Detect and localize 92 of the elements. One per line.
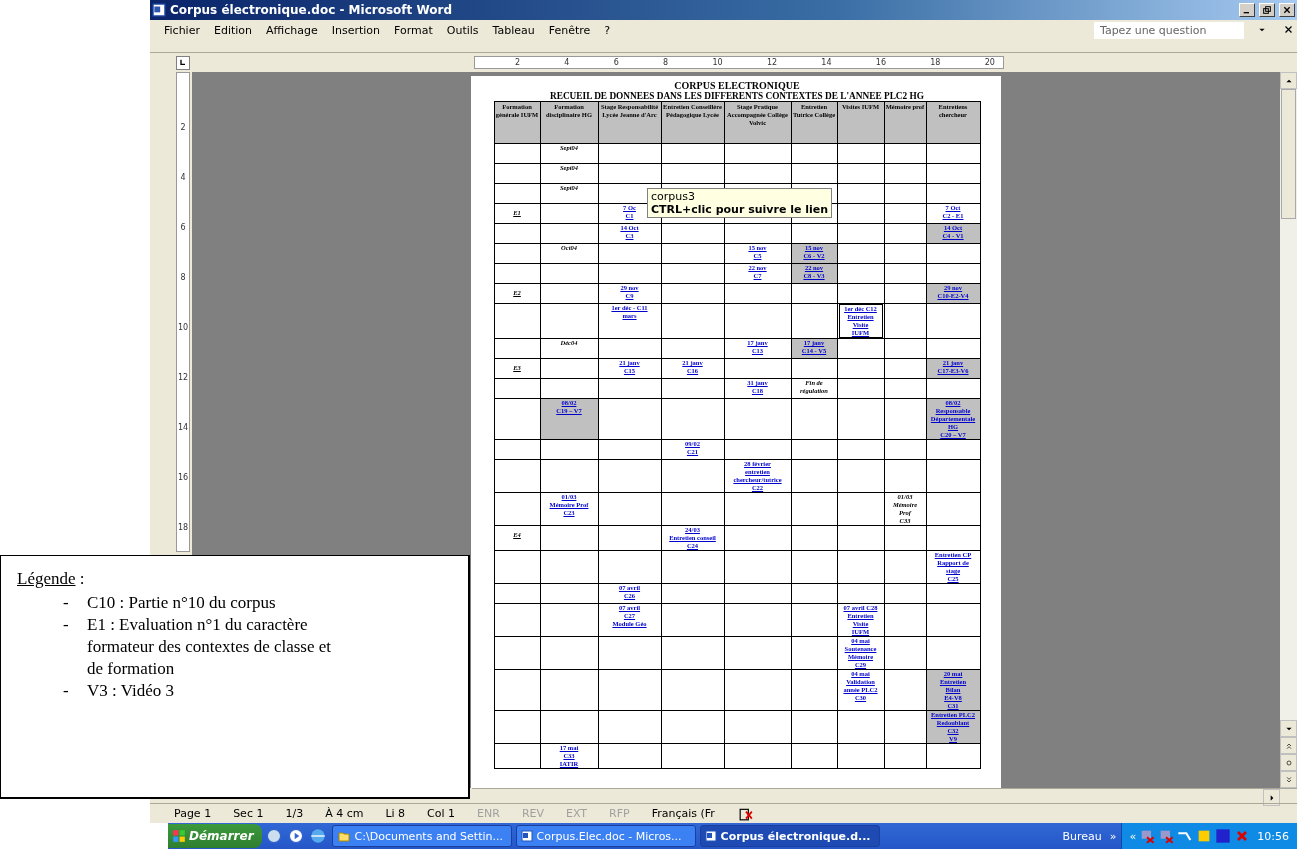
dropdown-icon <box>1258 26 1266 34</box>
tooltip-title: corpus3 <box>651 190 696 203</box>
scroll-up-button[interactable] <box>1280 72 1297 89</box>
minimize-button[interactable] <box>1239 3 1255 17</box>
menu-item[interactable]: Fenêtre <box>548 23 591 37</box>
close-icon <box>1283 6 1291 14</box>
toolbar-label[interactable]: Bureau <box>1062 829 1102 843</box>
status-item: À 4 cm <box>325 807 364 820</box>
collapse-tray-button[interactable]: « <box>1129 829 1137 843</box>
status-item: RFP <box>609 807 630 820</box>
status-item: ENR <box>477 807 500 820</box>
quick-launch-icon[interactable] <box>265 827 284 845</box>
list-marker: - <box>62 614 70 636</box>
ruler-number: 14 <box>821 58 832 67</box>
vertical-ruler[interactable]: 2 4 6 8 10 12 14 16 18 <box>176 72 190 552</box>
menu-item[interactable]: Tableau <box>492 23 535 37</box>
network-icon <box>1139 828 1156 844</box>
scroll-down-button[interactable] <box>1280 720 1297 737</box>
restore-button[interactable] <box>1259 3 1275 17</box>
ruler-number: 6 <box>613 58 619 67</box>
ruler-number: 16 <box>875 58 886 67</box>
restore-icon <box>1263 6 1271 14</box>
expand-toolbar-button[interactable]: » <box>1109 829 1117 843</box>
windows-logo-icon <box>172 829 186 843</box>
browser-icon[interactable] <box>309 827 328 845</box>
browse-object-button[interactable] <box>1280 754 1297 771</box>
status-item: Col 1 <box>427 807 456 820</box>
ruler-number: 10 <box>177 323 189 332</box>
tray-icon <box>1215 828 1232 844</box>
horizontal-scrollbar[interactable] <box>472 788 1297 803</box>
ruler-number: 4 <box>564 58 570 67</box>
next-page-button[interactable] <box>1280 771 1297 788</box>
document-title: CORPUS ELECTRONIQUE <box>674 80 800 91</box>
ruler-number: 4 <box>180 173 186 182</box>
network-icon <box>1158 828 1175 844</box>
document-icon <box>520 830 533 842</box>
legend-item: V3 : Vidéo 3 <box>87 680 175 702</box>
ruler-number: 8 <box>663 58 669 67</box>
taskbar-button[interactable]: Corpus électronique.d... <box>699 825 880 847</box>
status-item: REV <box>521 807 544 820</box>
window-title: Corpus électronique.doc - Microsoft Word <box>170 3 453 17</box>
ruler-number: 2 <box>515 58 521 67</box>
tab-stop-button[interactable] <box>176 55 190 70</box>
ruler-number: 8 <box>180 273 186 282</box>
menu-item[interactable]: Affichage <box>266 23 318 37</box>
list-marker: - <box>62 680 70 702</box>
document-icon <box>704 830 717 842</box>
menu-item[interactable]: Fichier <box>164 23 200 37</box>
status-item: Sec 1 <box>233 807 264 820</box>
ruler-number: 2 <box>180 123 186 132</box>
menu-item[interactable]: Outils <box>446 23 479 37</box>
ruler-number: 14 <box>177 423 189 432</box>
menu-item[interactable]: Edition <box>213 23 252 37</box>
ruler-number: 12 <box>766 58 778 67</box>
question-field[interactable]: Tapez une question <box>1094 21 1244 39</box>
ruler-number: 18 <box>930 58 941 67</box>
ruler-number: 16 <box>177 473 189 482</box>
previous-page-button[interactable] <box>1280 737 1297 754</box>
legend-item: C10 : Partie n°10 du corpus <box>87 592 277 614</box>
tooltip-hint: CTRL+clic pour suivre le lien <box>651 203 829 216</box>
clock: 10:56 <box>1257 829 1289 843</box>
scroll-thumb[interactable] <box>1281 89 1296 219</box>
circle-icon <box>1284 758 1293 767</box>
start-button[interactable]: Démarrer <box>168 824 262 848</box>
double-down-icon <box>1284 775 1293 784</box>
status-item: 1/3 <box>285 807 304 820</box>
taskbar-button[interactable]: C:\Documents and Settin... <box>331 825 512 847</box>
legend-heading: Légende : <box>17 568 86 590</box>
horizontal-ruler[interactable]: 2 4 6 8 10 12 14 16 18 20 <box>474 56 1004 69</box>
menu-item[interactable]: Format <box>394 23 433 37</box>
document-subtitle: RECUEIL DE DONNEES DANS LES DIFFERENTS CONTEXTES DE L'ANNEE PLC2 HG <box>550 91 924 101</box>
status-item: Li 8 <box>385 807 406 820</box>
ruler-number: 18 <box>177 523 189 532</box>
menu-item[interactable]: ? <box>604 23 611 37</box>
status-item: Page 1 <box>174 807 212 820</box>
ruler-number: 6 <box>180 223 186 232</box>
status-item: EXT <box>566 807 588 820</box>
list-marker: - <box>62 592 70 614</box>
ruler-number: 12 <box>177 373 189 382</box>
double-up-icon <box>1284 741 1293 750</box>
left-tab-icon <box>179 58 187 67</box>
menu-item[interactable]: Insertion <box>331 23 380 37</box>
close-button[interactable] <box>1279 3 1295 17</box>
legend-item: E1 : Evaluation n°1 du caractère formateur des contextes de classe et de formation <box>87 614 333 680</box>
ruler-number: 20 <box>984 58 995 67</box>
document-icon <box>152 3 166 17</box>
folder-icon <box>336 830 351 842</box>
status-item: Français (Fr <box>651 807 715 820</box>
vertical-scrollbar[interactable] <box>1280 72 1297 788</box>
media-player-icon[interactable] <box>287 827 306 845</box>
taskbar-button[interactable]: Corpus.Elec.doc - Micros... <box>515 825 696 847</box>
ruler-number: 10 <box>712 58 723 67</box>
